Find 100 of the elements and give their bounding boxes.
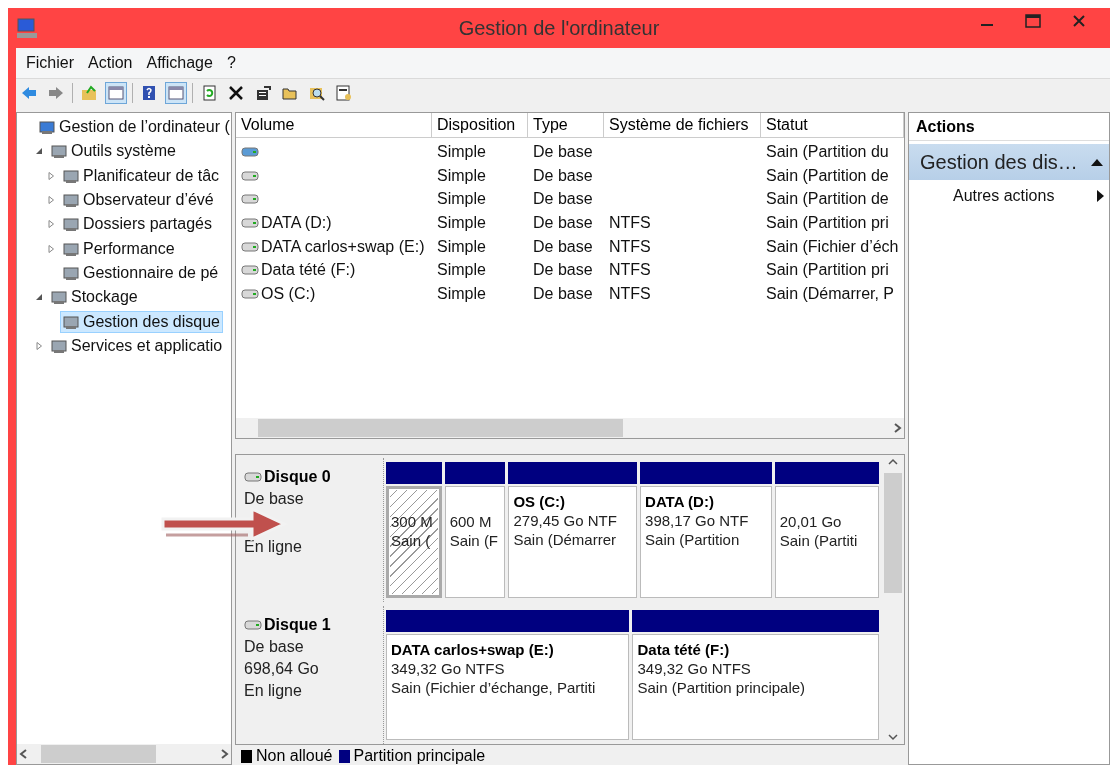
partition-block[interactable]: DATA carlos+swap (E:) 349,32 Go NTFS Sain (Fichier d’échange, Partiti [386, 634, 630, 740]
table-cell: De base [533, 142, 593, 161]
column-header[interactable]: Système de fichiers [604, 113, 761, 137]
partition-bar [386, 462, 442, 484]
tree-node-icon [51, 143, 67, 160]
partition-block[interactable]: 20,01 Go Sain (Partiti [774, 486, 879, 599]
tree-node-icon [51, 337, 67, 354]
partition-title: Data tété (F:) [637, 641, 731, 659]
computer-icon [16, 17, 38, 39]
tree-node-icon [63, 216, 79, 233]
refresh-icon [201, 85, 217, 101]
table-cell: Simple [437, 190, 486, 209]
partition-info: 349,32 Go NTFS [637, 660, 752, 678]
scrollbar-thumb[interactable] [41, 745, 156, 763]
scrollbar-thumb[interactable] [258, 419, 623, 437]
table-cell: Sain (Partition de [766, 166, 889, 185]
partition-title: OS (C:) [513, 493, 567, 510]
tree-item[interactable]: Stockage [48, 286, 141, 309]
search-icon [309, 85, 325, 101]
menu-item[interactable]: Fichier [26, 54, 74, 72]
table-cell: De base [533, 190, 593, 209]
table-cell: Simple [437, 284, 486, 303]
table-cell: De base [533, 237, 593, 256]
collapsed-triangle-icon[interactable] [47, 220, 55, 229]
scrollbar-thumb[interactable] [884, 473, 902, 593]
partition-info: Sain (Fichier d’échange, Partiti [391, 679, 597, 697]
close-icon [1073, 15, 1085, 27]
table-cell: Simple [437, 142, 486, 161]
table-cell: Simple [437, 213, 486, 232]
tree-node-icon [39, 119, 55, 136]
actions-header: Actions [909, 113, 1109, 141]
disk-info: De base [244, 638, 305, 657]
tree-item[interactable]: Gestion de l’ordinateur ( [36, 116, 231, 139]
collapsed-triangle-icon[interactable] [47, 196, 55, 205]
action-item[interactable]: Autres actions [909, 180, 1109, 212]
partition-block[interactable]: Data tété (F:) 349,32 Go NTFS Sain (Partition principale) [632, 634, 879, 740]
table-cell: NTFS [609, 237, 651, 256]
partition-block[interactable]: 600 M Sain (F [444, 486, 506, 599]
disk-info: En ligne [244, 538, 303, 556]
drive-icon [244, 472, 262, 482]
tree-node-icon [63, 313, 79, 330]
partition-info: Sain (F [449, 532, 500, 549]
tree-node-icon [63, 167, 79, 184]
menu-item[interactable]: ? [226, 54, 236, 72]
tree-item[interactable]: Observateur d’évé [60, 189, 217, 212]
expanded-triangle-icon[interactable] [35, 293, 43, 302]
table-cell: De base [533, 284, 593, 303]
back-arrow-icon [21, 85, 37, 101]
actions-section[interactable]: Gestion des dis… [909, 144, 1109, 180]
partition-info: Sain (Partition [645, 531, 741, 548]
drive-icon [241, 265, 259, 276]
table-cell: Data tété (F:) [261, 261, 356, 280]
table-cell: Sain (Partition pri [766, 261, 889, 280]
minimize-icon [981, 24, 993, 26]
partition-block[interactable]: 300 M Sain ( [386, 486, 442, 599]
legend-label: Partition principale [353, 747, 486, 765]
partition-info: 279,45 Go NTF [513, 512, 618, 529]
partition-info: 600 M [449, 513, 493, 530]
tree-node-icon [63, 264, 79, 281]
table-cell: Sain (Partition du [766, 142, 889, 161]
tree-node-icon [63, 192, 79, 209]
tree-item[interactable]: Planificateur de tâc [60, 164, 223, 187]
tree-item[interactable]: Outils système [48, 140, 179, 163]
column-header[interactable]: Type [528, 113, 604, 137]
table-cell: De base [533, 261, 593, 280]
menu-item[interactable]: Affichage [146, 54, 213, 72]
table-cell: Simple [437, 237, 486, 256]
partition-info: Sain (Partiti [779, 532, 859, 549]
menu-item[interactable]: Action [88, 54, 133, 72]
tree-node-icon [51, 289, 67, 306]
disk-name: Disque 0 [244, 468, 383, 486]
collapsed-triangle-icon[interactable] [47, 244, 55, 253]
partition-block[interactable]: DATA (D:) 398,17 Go NTF Sain (Partition [640, 486, 772, 599]
table-cell: Simple [437, 261, 486, 280]
disk-info: En ligne [244, 682, 303, 701]
tree-item[interactable]: Dossiers partagés [60, 213, 215, 236]
partition-info: Sain (Partition principale) [637, 679, 807, 697]
partition-info: 349,32 Go NTFS [391, 660, 506, 678]
collapse-triangle-icon [1091, 158, 1103, 166]
tree-item[interactable]: Services et applicatio [48, 334, 226, 357]
partition-info: Sain ( [391, 532, 432, 549]
tree-item[interactable]: Gestion des disque [60, 310, 223, 333]
collapsed-triangle-icon[interactable] [47, 171, 55, 180]
tree-item[interactable]: Gestionnaire de pé [60, 261, 222, 284]
delete-icon [228, 85, 244, 101]
column-header[interactable]: Volume [236, 113, 432, 137]
help-icon [141, 85, 157, 101]
partition-block[interactable]: OS (C:) 279,45 Go NTF Sain (Démarrer [508, 486, 638, 599]
table-cell: Sain (Démarrer, P [766, 284, 895, 303]
table-cell: Sain (Partition pri [766, 213, 889, 232]
disk-name: Disque 1 [244, 616, 383, 635]
expanded-triangle-icon[interactable] [35, 147, 43, 156]
column-header[interactable]: Statut [761, 113, 904, 137]
table-cell: OS (C:) [261, 284, 316, 303]
column-header[interactable]: Disposition [432, 113, 528, 137]
table-cell: DATA carlos+swap (E:) [261, 237, 425, 256]
tree-item[interactable]: Performance [60, 237, 178, 260]
collapsed-triangle-icon[interactable] [35, 341, 43, 350]
table-cell: De base [533, 166, 593, 185]
table-cell: NTFS [609, 261, 651, 280]
